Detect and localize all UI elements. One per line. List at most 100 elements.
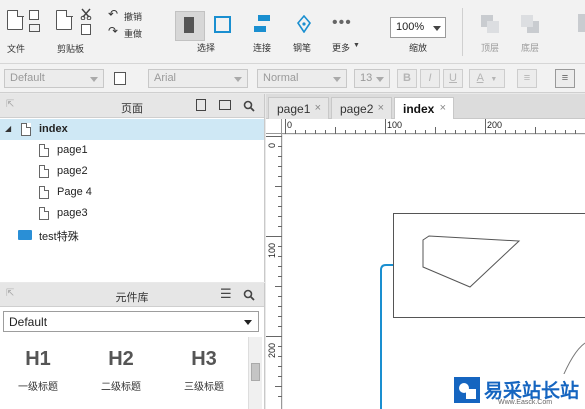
top-label: 顶层 <box>481 43 500 53</box>
font-size-select[interactable]: 13 <box>354 69 390 88</box>
undo-icon: ↶ <box>108 7 119 21</box>
tree-item-page4[interactable]: Page 4 <box>0 182 264 203</box>
page-tab-bar: page1 × page2 × index × <box>266 94 585 120</box>
search-icon[interactable] <box>243 289 255 301</box>
clipboard-label: 剪贴板 <box>57 44 85 54</box>
connect-tool-button[interactable]: 连接 <box>248 8 278 56</box>
underline-button[interactable]: U <box>443 69 463 88</box>
ruler-h-label-200: 200 <box>487 120 503 130</box>
text-color-label: A <box>476 72 484 84</box>
bring-to-top-button[interactable]: 顶层 <box>476 8 504 56</box>
format-bar: Default Arial Normal 13 B I U A ▼ ≡ ≡ <box>0 64 585 93</box>
widget-h1[interactable]: H1 一级标题 <box>8 348 68 393</box>
more-label: 更多 <box>332 43 351 53</box>
chevron-down-icon <box>376 77 384 82</box>
ruler-h-label-0: 0 <box>287 120 293 130</box>
add-page-icon[interactable] <box>196 99 206 114</box>
pen-tool-button[interactable]: 钢笔 <box>290 8 320 56</box>
select-tool-button[interactable]: 选择 <box>172 8 236 56</box>
tab-label: index <box>403 102 435 116</box>
tab-page1[interactable]: page1 × <box>268 97 329 119</box>
redo-label: 重做 <box>124 29 143 39</box>
vertical-ruler-ticks <box>266 136 282 397</box>
align-left-button[interactable]: ≡ <box>555 69 575 88</box>
chevron-down-icon <box>433 26 441 31</box>
widget-library-panel: ⇱ 元件库 ☰ Default H1 一级标题 H2 二级标题 H3 三级标题 <box>0 283 265 409</box>
text-color-button[interactable]: A ▼ <box>469 69 505 88</box>
tree-item-label: Page 4 <box>57 186 92 198</box>
chevron-down-icon <box>234 77 242 82</box>
font-value: Arial <box>154 72 177 84</box>
library-scrollbar[interactable] <box>248 337 262 409</box>
widget-h3[interactable]: H3 三级标题 <box>174 348 234 393</box>
tree-item-page3[interactable]: page3 <box>0 203 264 224</box>
format-painter-icon[interactable] <box>114 72 126 85</box>
bold-button[interactable]: B <box>397 69 417 88</box>
close-icon[interactable]: × <box>315 102 321 114</box>
pages-panel-header: ⇱ 页面 <box>0 94 264 118</box>
tab-index[interactable]: index × <box>394 97 454 120</box>
pen-icon <box>296 15 312 33</box>
file-button[interactable]: 文件 <box>3 6 40 56</box>
watermark-logo: 易采站长站 Www.Easck.Com <box>450 374 585 409</box>
close-icon[interactable]: × <box>440 102 446 114</box>
library-scrollbar-thumb[interactable] <box>251 363 260 381</box>
redo-icon: ↷ <box>108 24 119 38</box>
pen-label: 钢笔 <box>293 43 312 53</box>
connector-icon <box>254 15 270 33</box>
pages-panel: ⇱ 页面 ◢ index page1 page2 Page 4 page3 te… <box>0 94 265 282</box>
save-icon <box>29 10 39 20</box>
horizontal-ruler-ticks <box>285 119 576 134</box>
send-to-bottom-button[interactable]: 底层 <box>516 8 544 56</box>
font-family-select[interactable]: Arial <box>148 69 248 88</box>
expand-triangle-icon[interactable]: ◢ <box>5 124 11 133</box>
tab-label: page2 <box>340 102 374 116</box>
tree-item-test-folder[interactable]: test特殊 <box>0 224 264 245</box>
weight-value: Normal <box>263 72 299 84</box>
close-icon[interactable]: × <box>378 102 384 114</box>
style-select[interactable]: Default <box>4 69 104 88</box>
folder-icon <box>18 230 32 240</box>
undo-button[interactable]: ↶ 撤销 <box>106 7 150 22</box>
send-to-back-icon <box>521 15 539 33</box>
menu-icon[interactable]: ☰ <box>220 286 232 302</box>
image-placeholder-box[interactable] <box>393 213 585 318</box>
connector-line[interactable] <box>380 264 393 409</box>
widget-h2-caption: 二级标题 <box>101 382 141 393</box>
chevron-down-icon <box>333 77 341 82</box>
italic-button[interactable]: I <box>420 69 440 88</box>
clipboard-group[interactable]: 剪贴板 <box>52 6 100 56</box>
tree-item-label: page3 <box>57 207 88 219</box>
ruler-v-label-0: 0 <box>267 142 277 148</box>
tree-item-page1[interactable]: page1 <box>0 140 264 161</box>
font-weight-select[interactable]: Normal <box>257 69 347 88</box>
tree-item-index[interactable]: ◢ index <box>0 119 264 140</box>
ruler-v-label-200: 200 <box>267 342 277 358</box>
widget-h2[interactable]: H2 二级标题 <box>91 348 151 393</box>
select-pointer-icon <box>175 11 205 41</box>
overflow-icon[interactable] <box>578 14 585 32</box>
library-panel-header: ⇱ 元件库 ☰ <box>0 283 264 307</box>
tree-item-page2[interactable]: page2 <box>0 161 264 182</box>
page-file-icon <box>21 123 31 136</box>
toolbar-divider <box>462 8 463 56</box>
tree-item-label: page2 <box>57 165 88 177</box>
file-label: 文件 <box>7 44 26 54</box>
search-icon[interactable] <box>243 100 255 112</box>
copy-icon <box>81 24 91 35</box>
page-file-icon <box>39 144 49 157</box>
polygon-shape[interactable] <box>422 235 521 288</box>
more-button[interactable]: ••• 更多 ▼ <box>328 8 360 56</box>
more-dots-icon: ••• <box>332 14 352 31</box>
add-folder-icon[interactable] <box>219 99 231 113</box>
library-select[interactable]: Default <box>3 311 259 332</box>
vertical-ruler: 0 100 200 <box>266 134 282 409</box>
chevron-down-icon <box>90 77 98 82</box>
canvas-shapes <box>380 213 585 409</box>
widget-h2-glyph: H2 <box>108 348 134 370</box>
zoom-select[interactable]: 100% <box>390 17 446 38</box>
tab-page2[interactable]: page2 × <box>331 97 392 119</box>
tree-item-label: page1 <box>57 144 88 156</box>
redo-button[interactable]: ↷ 重做 <box>106 24 150 39</box>
bullet-list-button[interactable]: ≡ <box>517 69 537 88</box>
